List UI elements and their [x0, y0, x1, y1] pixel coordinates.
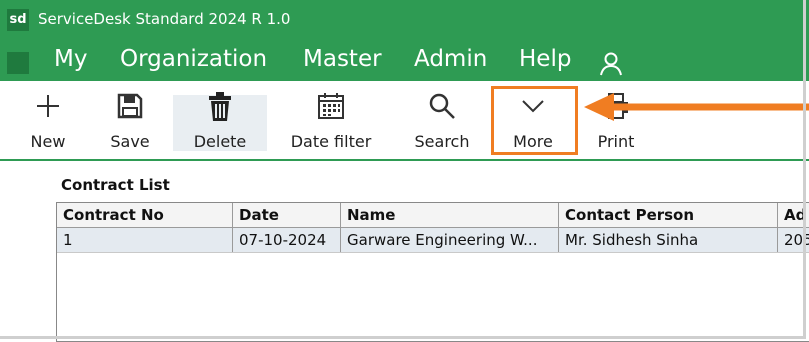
menu-my[interactable]: My: [54, 46, 87, 72]
contract-table: Contract No Date Name Contact Person Ad …: [56, 202, 809, 342]
contract-list-title: Contract List: [61, 176, 170, 194]
column-header-contact-person[interactable]: Contact Person: [559, 203, 778, 227]
cell-name: Garware Engineering W...: [341, 228, 559, 252]
search-icon: [429, 93, 455, 119]
search-button[interactable]: Search: [410, 89, 474, 151]
new-label: New: [30, 132, 66, 151]
menu-logo-square: [7, 52, 29, 74]
date-filter-button[interactable]: Date filter: [285, 89, 377, 151]
print-label: Print: [597, 132, 635, 151]
calendar-icon: [318, 93, 344, 119]
new-button[interactable]: New: [20, 89, 76, 151]
title-bar: sd ServiceDesk Standard 2024 R 1.0: [0, 0, 809, 40]
cell-contact-person: Mr. Sidhesh Sinha: [559, 228, 778, 252]
more-highlight-box: [491, 86, 578, 155]
save-label: Save: [110, 132, 150, 151]
menu-organization[interactable]: Organization: [120, 46, 267, 72]
app-logo: sd: [7, 9, 29, 31]
cell-address: 205: [784, 231, 809, 249]
column-header-name[interactable]: Name: [341, 203, 559, 227]
column-header-address[interactable]: Ad: [778, 203, 809, 227]
plus-icon: [37, 95, 59, 117]
arrow-annotation-icon: [584, 93, 809, 121]
menu-help[interactable]: Help: [519, 46, 571, 72]
table-row[interactable]: 1 07-10-2024 Garware Engineering W... Mr…: [57, 228, 809, 253]
search-label: Search: [414, 132, 470, 151]
window-title: ServiceDesk Standard 2024 R 1.0: [38, 10, 291, 28]
cell-date: 07-10-2024: [233, 228, 341, 252]
menu-bar: My Organization Master Admin Help: [0, 40, 809, 81]
menu-master[interactable]: Master: [303, 46, 382, 72]
table-header-row: Contract No Date Name Contact Person Ad: [57, 203, 809, 228]
menu-admin[interactable]: Admin: [414, 46, 487, 72]
cell-contract-no: 1: [57, 228, 233, 252]
delete-button[interactable]: Delete: [183, 89, 257, 151]
column-header-contract-no[interactable]: Contract No: [57, 203, 233, 227]
floppy-disk-icon: [117, 93, 143, 119]
delete-label: Delete: [193, 132, 247, 151]
trash-icon: [209, 92, 231, 121]
column-header-date[interactable]: Date: [233, 203, 341, 227]
user-icon[interactable]: [597, 50, 625, 76]
save-button[interactable]: Save: [102, 89, 158, 151]
date-filter-label: Date filter: [290, 132, 372, 151]
